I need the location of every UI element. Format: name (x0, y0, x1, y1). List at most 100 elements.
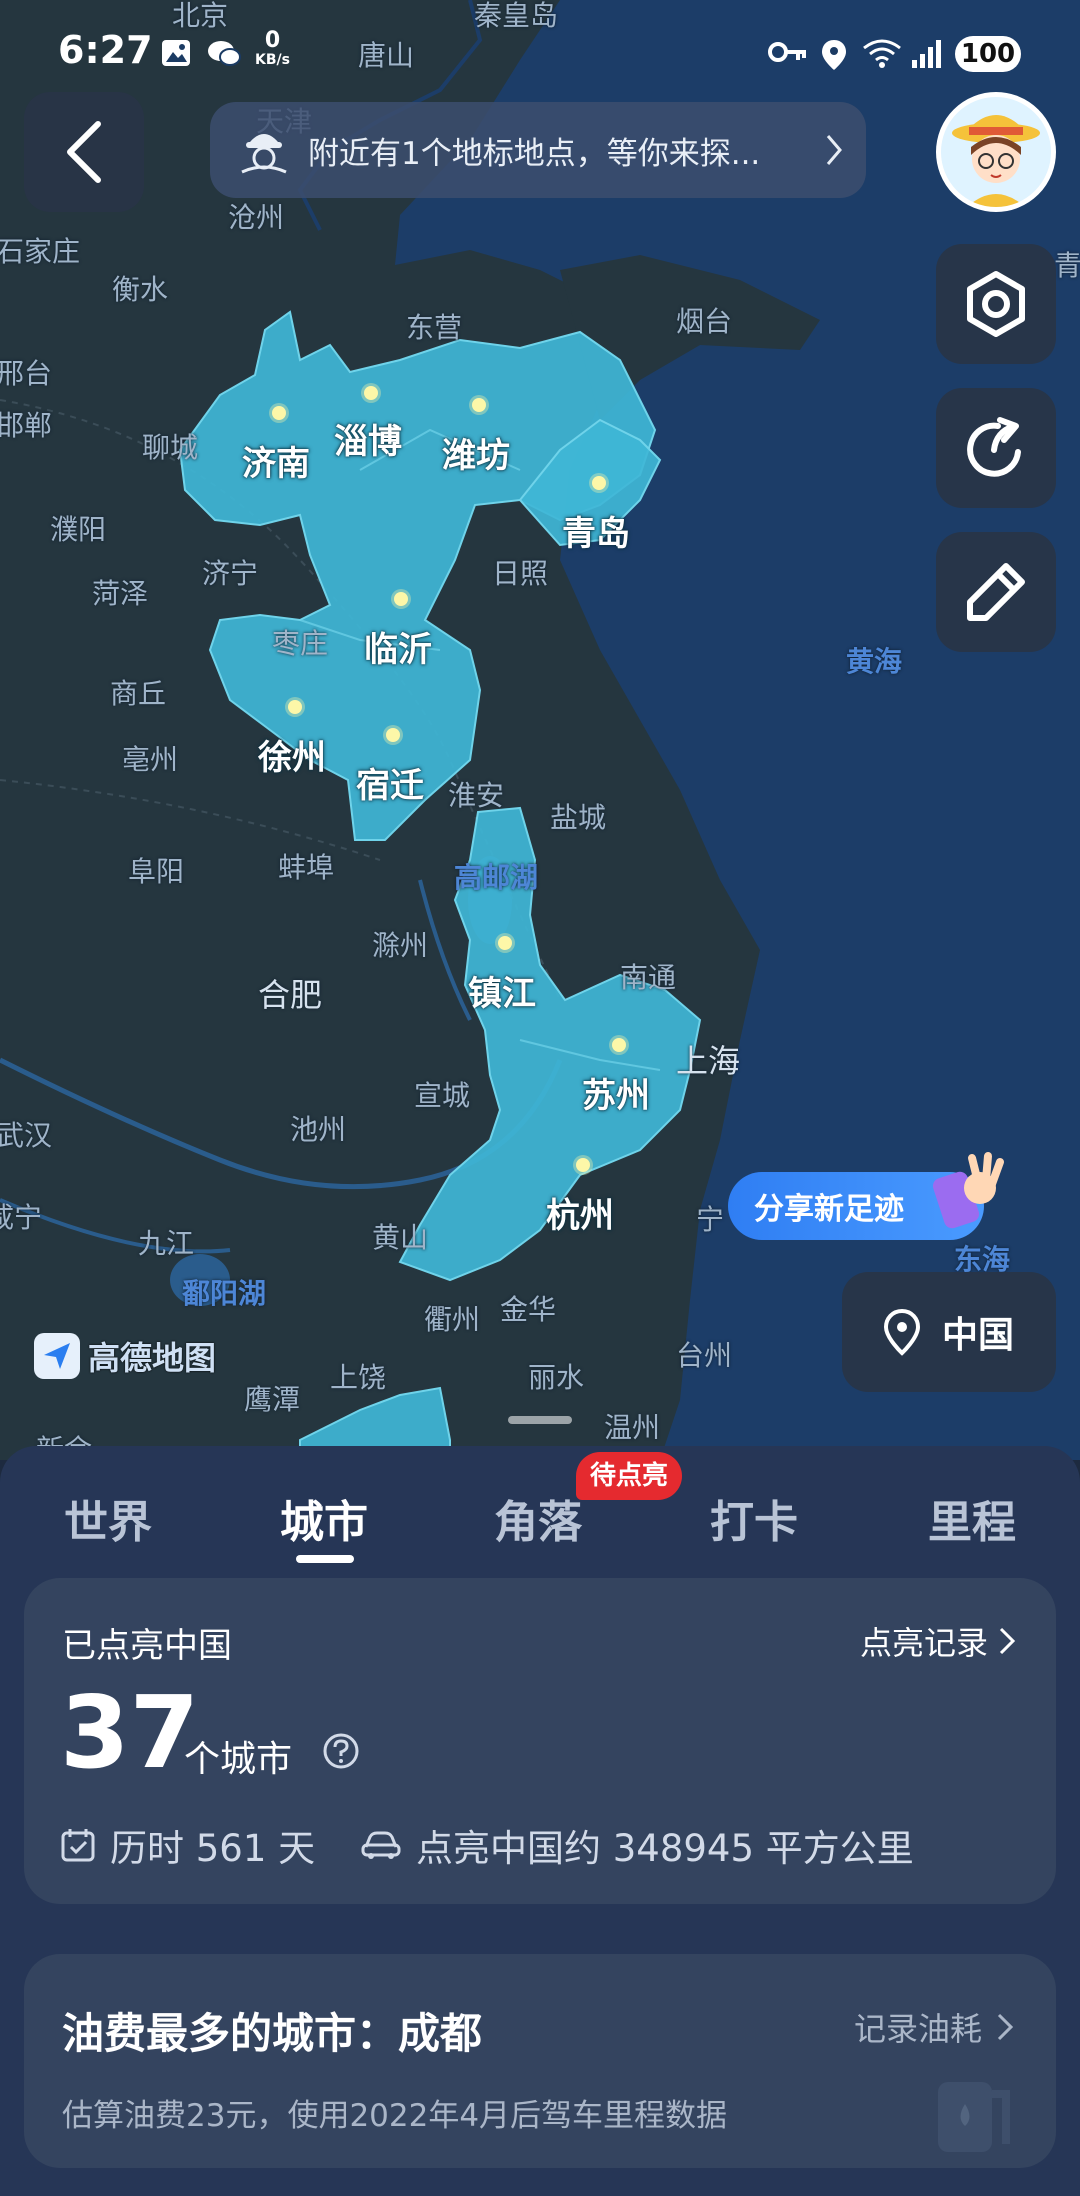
lit-summary-card: 已点亮中国 点亮记录 37 个城市 历时 561 天 点亮中国约 348945 … (24, 1578, 1056, 1904)
share-icon (967, 417, 1021, 477)
map-label: 武汉 (0, 1119, 53, 1152)
city-label[interactable]: 临沂 (364, 622, 432, 671)
image-icon (162, 40, 190, 66)
map-label: 聊城 (142, 431, 199, 464)
city-dot (576, 1158, 590, 1172)
city-dot (472, 398, 486, 412)
lit-records-link[interactable]: 点亮记录 (860, 1618, 1016, 1664)
nearby-landmark-banner[interactable]: 附近有1个地标地点，等你来探... (210, 102, 866, 198)
area-stat: 点亮中国约 348945 平方公里 (360, 1818, 914, 1872)
map-label: 南通 (620, 961, 677, 994)
water-label: 鄱阳湖 (182, 1277, 267, 1310)
fuel-card[interactable]: 油费最多的城市：成都 记录油耗 估算油费23元，使用2022年4月后驾车里程数据 (24, 1954, 1056, 2168)
edit-button[interactable] (936, 532, 1056, 652)
tab-city[interactable]: 城市 (280, 1486, 368, 1550)
key-icon (768, 42, 806, 62)
navigation-arrow-icon (44, 1343, 70, 1369)
status-time: 6:27 (58, 28, 153, 72)
map-label: 商丘 (110, 677, 167, 710)
city-label[interactable]: 潍坊 (442, 428, 510, 477)
map-label: 石家庄 (0, 235, 81, 268)
map-label: 合肥 (258, 976, 323, 1014)
map-label: 丽水 (528, 1361, 585, 1394)
city-dot (272, 406, 286, 420)
city-dot (394, 592, 408, 606)
car-icon (361, 1831, 401, 1859)
pencil-icon (967, 563, 1025, 621)
map-label: 济宁 (202, 557, 259, 590)
chevron-right-icon (999, 1627, 1016, 1655)
map-label: 咸宁 (0, 1201, 43, 1234)
banner-text: 附近有1个地标地点，等你来探... (308, 135, 761, 172)
city-label[interactable]: 济南 (242, 436, 310, 485)
hand-ok-icon (932, 1152, 1004, 1229)
map-label: 蚌埠 (278, 851, 335, 884)
location-pin-icon (883, 1308, 921, 1356)
chevron-right-icon (997, 2013, 1014, 2041)
map-label: 邯郸 (0, 409, 53, 442)
duration-text: 历时 561 天 (110, 1827, 316, 1870)
map-label: 亳州 (122, 743, 179, 776)
share-button[interactable] (936, 388, 1056, 508)
chevron-right-icon (826, 135, 842, 165)
map-label: 宁 (696, 1203, 725, 1236)
net-speed: 0 KB/s (255, 28, 290, 69)
settings-hex-icon (967, 271, 1025, 337)
tab-corner[interactable]: 角落 (494, 1486, 582, 1550)
tab-checkin[interactable]: 打卡 (710, 1486, 798, 1550)
region-locate-button[interactable]: 中国 (842, 1272, 1056, 1392)
city-label[interactable]: 镇江 (468, 966, 536, 1015)
map-label: 黄山 (372, 1221, 429, 1254)
tab-badge: 待点亮 (576, 1452, 683, 1500)
back-button[interactable] (24, 92, 144, 212)
city-label[interactable]: 宿迁 (356, 758, 424, 807)
map-label: 青 (1054, 249, 1080, 282)
fuel-record-link[interactable]: 记录油耗 (854, 2004, 1014, 2050)
map-label: 宣城 (414, 1079, 471, 1112)
map-label: 阜阳 (128, 855, 185, 888)
city-dot (386, 728, 400, 742)
settings-button[interactable] (936, 244, 1056, 364)
amap-logo: 高德地图 (34, 1332, 216, 1380)
tab-world[interactable]: 世界 (64, 1486, 152, 1550)
tab-mileage[interactable]: 里程 (928, 1486, 1016, 1550)
map-label: 九江 (138, 1227, 195, 1260)
city-label[interactable]: 徐州 (258, 730, 326, 779)
map-view[interactable]: 北京 秦皇岛 唐山 天津 沧州 石家庄 衡水 东营 烟台 邢台 邯郸 聊城 濮阳… (0, 0, 1080, 1460)
city-label[interactable]: 青岛 (562, 506, 630, 555)
city-label[interactable]: 杭州 (546, 1188, 614, 1237)
map-label: 上饶 (330, 1361, 387, 1394)
map-label: 鹰潭 (244, 1383, 301, 1416)
city-label[interactable]: 苏州 (582, 1068, 650, 1117)
duration-stat: 历时 561 天 (60, 1818, 315, 1872)
map-label: 邢台 (0, 357, 53, 390)
map-label: 淮安 (448, 779, 505, 812)
water-label: 高邮湖 (454, 861, 539, 894)
chat-icon (208, 41, 241, 66)
signal-icon (912, 40, 941, 68)
map-label: 滁州 (372, 929, 429, 962)
map-label: 东营 (406, 311, 463, 344)
active-tab-indicator (296, 1555, 354, 1563)
city-dot (288, 700, 302, 714)
map-label: 池州 (290, 1113, 347, 1146)
summary-title: 已点亮中国 (62, 1626, 232, 1666)
fuel-pump-icon (938, 2082, 1010, 2152)
help-icon[interactable] (322, 1732, 360, 1770)
map-label: 枣庄 (272, 627, 329, 660)
sheet-drag-handle[interactable] (508, 1416, 572, 1424)
map-label: 濮阳 (50, 513, 107, 546)
map-label: 温州 (604, 1411, 661, 1444)
avatar[interactable] (936, 92, 1056, 212)
water-label: 黄海 (846, 645, 903, 678)
fuel-record-label: 记录油耗 (853, 2010, 982, 2048)
lit-city-unit: 个城市 (184, 1739, 293, 1780)
fuel-card-subtitle: 估算油费23元，使用2022年4月后驾车里程数据 (62, 2098, 728, 2134)
city-dot (498, 936, 512, 950)
city-dot (612, 1038, 626, 1052)
area-text: 点亮中国约 348945 平方公里 (416, 1827, 914, 1870)
lit-city-count: 37 (60, 1674, 200, 1791)
battery-indicator: 100 (955, 36, 1021, 72)
fuel-card-title: 油费最多的城市：成都 (62, 2009, 483, 2058)
city-label[interactable]: 淄博 (334, 414, 402, 463)
